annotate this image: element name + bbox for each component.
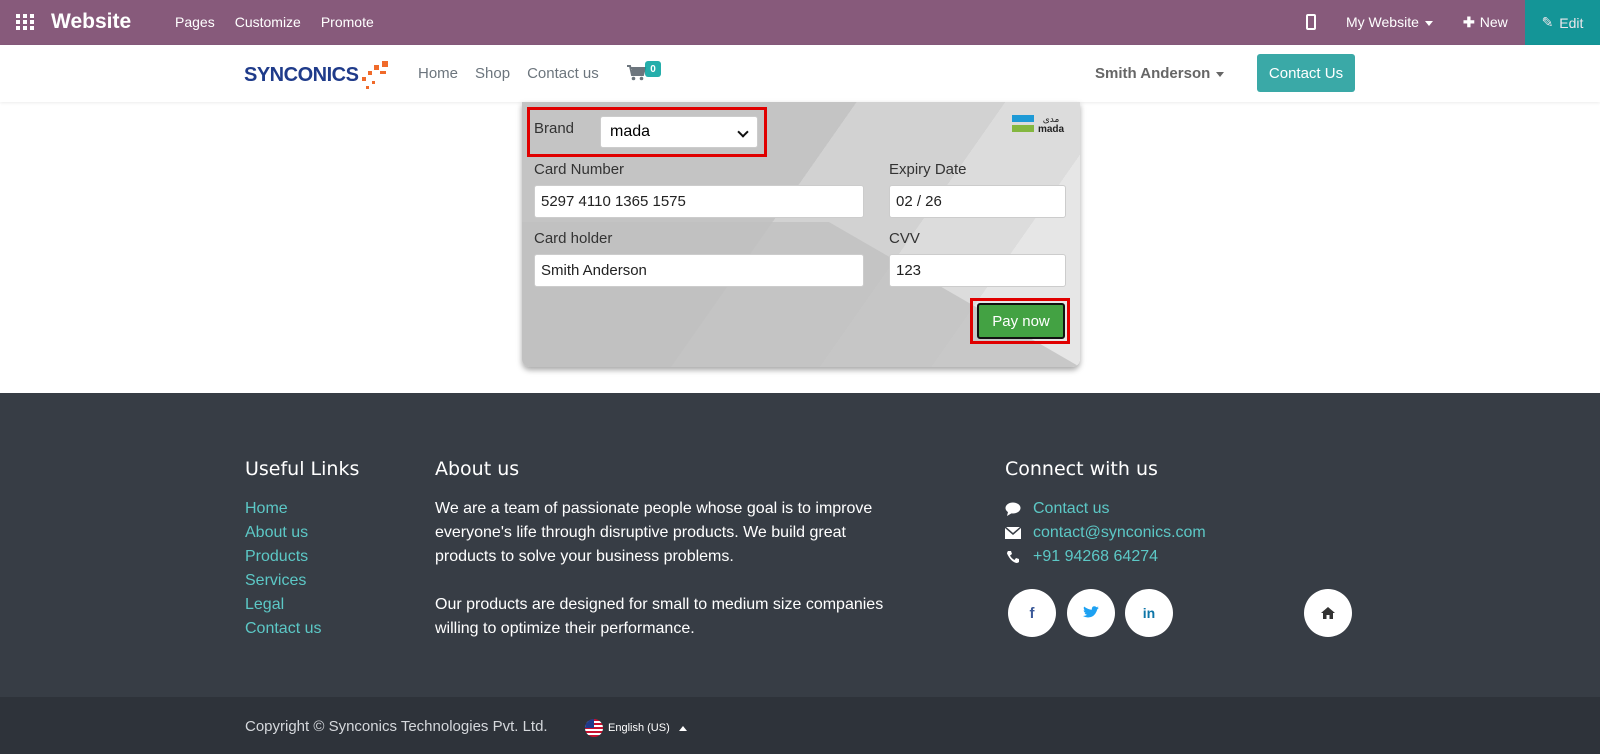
chevron-up-icon (678, 725, 687, 731)
contact-us-button[interactable]: Contact Us (1257, 54, 1355, 92)
mada-logo-latin: mada (1038, 124, 1065, 134)
nav-contact-us[interactable]: Contact us (527, 65, 599, 82)
pencil-icon: ✎ (1541, 14, 1554, 30)
connect-email-link[interactable]: contact@synconics.com (1033, 521, 1206, 545)
new-button[interactable]: ✚ New (1463, 14, 1508, 31)
chat-bubble-icon (1005, 501, 1021, 517)
language-selector[interactable]: English (US) (585, 719, 687, 737)
phone-icon (1005, 549, 1021, 565)
apps-grid-icon[interactable] (16, 14, 34, 30)
cart-count-badge: 0 (645, 61, 661, 77)
chevron-down-icon (1216, 71, 1225, 77)
site-header: SYNCONICS Home Shop Contact us 0 Smith A… (0, 45, 1600, 102)
copyright-bar: Copyright © Synconics Technologies Pvt. … (0, 697, 1600, 754)
footer-link-legal[interactable]: Legal (245, 593, 321, 617)
connect-title: Connect with us (1005, 458, 1158, 480)
payment-card-form: مدى mada Brand mada Card Number 5297 411… (522, 102, 1080, 367)
chevron-down-icon (1424, 20, 1433, 26)
logo-text: SYNCONICS (244, 63, 359, 86)
copyright-text: Copyright © Synconics Technologies Pvt. … (245, 718, 548, 735)
about-us-text: We are a team of passionate people whose… (435, 497, 885, 641)
connect-list: Contact us contact@synconics.com +91 942… (1005, 497, 1206, 569)
cvv-input[interactable]: 123 (889, 254, 1066, 287)
mobile-preview-icon[interactable] (1306, 14, 1316, 30)
linkedin-icon[interactable]: in (1125, 589, 1173, 637)
logo-mark-icon (360, 59, 390, 91)
mada-logo: مدى mada (1012, 115, 1065, 134)
admin-menu-customize[interactable]: Customize (235, 14, 301, 30)
admin-menu: Pages Customize Promote (175, 14, 374, 30)
pay-now-button[interactable]: Pay now (977, 303, 1065, 339)
footer-link-services[interactable]: Services (245, 569, 321, 593)
expiry-date-input[interactable]: 02 / 26 (889, 185, 1066, 218)
footer-link-about-us[interactable]: About us (245, 521, 321, 545)
admin-bar: Website Pages Customize Promote My Websi… (0, 0, 1600, 45)
new-button-label: New (1479, 14, 1508, 30)
card-holder-label: Card holder (534, 230, 613, 247)
connect-contact-link[interactable]: Contact us (1033, 497, 1109, 521)
company-logo[interactable]: SYNCONICS (244, 59, 390, 91)
home-icon[interactable] (1304, 589, 1352, 637)
footer-link-contact-us[interactable]: Contact us (245, 617, 321, 641)
footer: Useful Links Home About us Products Serv… (0, 393, 1600, 697)
twitter-icon[interactable] (1067, 589, 1115, 637)
us-flag-icon (585, 719, 603, 737)
language-label: English (US) (608, 722, 670, 734)
cart-icon[interactable] (627, 65, 647, 81)
card-number-label: Card Number (534, 161, 625, 178)
connect-phone-row: +91 94268 64274 (1005, 545, 1206, 569)
expiry-date-label: Expiry Date (889, 161, 967, 178)
edit-button-label: Edit (1559, 14, 1584, 31)
facebook-icon[interactable]: f (1008, 589, 1056, 637)
about-paragraph-1: We are a team of passionate people whose… (435, 500, 873, 565)
useful-links-title: Useful Links (245, 458, 360, 480)
cvv-label: CVV (889, 230, 920, 247)
highlight-brand (527, 107, 767, 157)
admin-app-title: Website (51, 10, 132, 33)
connect-contact-row: Contact us (1005, 497, 1206, 521)
footer-link-home[interactable]: Home (245, 497, 321, 521)
about-us-title: About us (435, 458, 520, 480)
useful-links-list: Home About us Products Services Legal Co… (245, 497, 321, 641)
user-name: Smith Anderson (1095, 65, 1211, 82)
admin-menu-pages[interactable]: Pages (175, 14, 215, 30)
connect-phone-link[interactable]: +91 94268 64274 (1033, 545, 1158, 569)
connect-email-row: contact@synconics.com (1005, 521, 1206, 545)
envelope-icon (1005, 525, 1021, 541)
footer-link-products[interactable]: Products (245, 545, 321, 569)
website-selector[interactable]: My Website (1346, 14, 1433, 30)
about-paragraph-2: Our products are designed for small to m… (435, 596, 884, 637)
nav-shop[interactable]: Shop (475, 65, 510, 82)
user-menu[interactable]: Smith Anderson (1095, 65, 1225, 82)
card-holder-input[interactable]: Smith Anderson (534, 254, 864, 287)
website-selector-label: My Website (1346, 14, 1419, 30)
card-number-input[interactable]: 5297 4110 1365 1575 (534, 185, 864, 218)
edit-button[interactable]: ✎ Edit (1525, 0, 1600, 45)
main-nav: Home Shop Contact us (418, 65, 599, 82)
nav-home[interactable]: Home (418, 65, 458, 82)
admin-menu-promote[interactable]: Promote (321, 14, 374, 30)
plus-icon: ✚ (1463, 14, 1475, 30)
